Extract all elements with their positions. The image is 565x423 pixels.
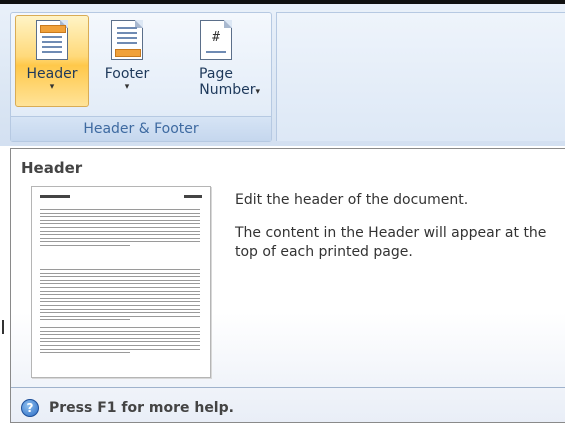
ribbon: Header ▾ Footer ▾ # Page Number▾ Header … — [0, 0, 565, 146]
preview-text-line — [40, 345, 200, 346]
tooltip-separator — [11, 387, 565, 388]
preview-text-line — [40, 301, 200, 303]
footer-button[interactable]: Footer ▾ — [91, 15, 163, 107]
chevron-down-icon: ▾ — [124, 82, 130, 92]
header-page-icon — [36, 20, 68, 60]
preview-text-line — [40, 279, 200, 281]
header-footer-group: Header ▾ Footer ▾ # Page Number▾ Header … — [10, 12, 272, 142]
preview-text-line — [40, 212, 200, 214]
tooltip-title: Header — [21, 159, 83, 177]
ribbon-top-border — [0, 0, 565, 4]
preview-text-line — [40, 269, 200, 270]
preview-text-line — [40, 294, 200, 296]
help-text: Press F1 for more help. — [49, 400, 234, 416]
preview-text-line — [40, 312, 200, 314]
preview-text-line — [40, 230, 200, 232]
tooltip-description-block: Edit the header of the document. The con… — [235, 191, 555, 276]
preview-text-line — [40, 234, 200, 236]
tooltip-description: Edit the header of the document. — [235, 192, 469, 208]
preview-text-line — [40, 327, 200, 328]
preview-text-line — [40, 276, 200, 278]
ribbon-empty-area — [276, 12, 565, 141]
tooltip-detail: The content in the Header will appear at… — [235, 225, 547, 260]
document-margin-mark — [2, 320, 4, 334]
preview-text-line — [40, 297, 200, 299]
preview-text-line — [40, 219, 200, 221]
page-number-button[interactable]: # Page Number▾ — [165, 15, 267, 107]
preview-text-line — [40, 245, 130, 246]
preview-text-line — [40, 216, 200, 218]
help-icon: ? — [21, 399, 39, 417]
preview-text-line — [40, 209, 200, 210]
help-line: ? Press F1 for more help. — [21, 398, 234, 418]
preview-text-line — [40, 283, 200, 285]
preview-text-line — [40, 315, 200, 317]
preview-text-line — [40, 237, 200, 239]
preview-text-line — [40, 352, 130, 354]
footer-page-icon — [111, 20, 143, 60]
preview-text-line — [40, 305, 200, 306]
preview-text-line — [40, 241, 200, 243]
preview-text-line — [40, 308, 200, 310]
page-number-icon: # — [200, 20, 232, 60]
preview-text-line — [40, 227, 200, 228]
preview-text-line — [40, 330, 200, 332]
page-number-label-line2: Number — [199, 82, 256, 98]
preview-text-line — [40, 337, 200, 339]
group-label: Header & Footer — [11, 116, 271, 141]
header-button[interactable]: Header ▾ — [15, 15, 89, 107]
preview-text-line — [40, 348, 200, 350]
preview-text-line — [40, 223, 200, 225]
super-tooltip: Header Edit the header of the document. … — [10, 148, 565, 423]
preview-text-line — [40, 341, 200, 343]
document-edge — [0, 146, 10, 423]
preview-text-line — [40, 319, 130, 321]
preview-text-line — [40, 272, 200, 274]
footer-button-label: Footer — [104, 66, 150, 82]
chevron-down-icon: ▾ — [49, 82, 55, 92]
page-number-label-line1: Page — [199, 66, 233, 82]
preview-text-line — [40, 334, 200, 336]
hash-glyph: # — [212, 30, 220, 45]
preview-text-line — [40, 290, 200, 292]
preview-text-line — [40, 287, 200, 288]
chevron-down-icon: ▾ — [255, 87, 260, 97]
header-preview-image — [31, 186, 211, 378]
header-button-label: Header — [26, 66, 78, 82]
